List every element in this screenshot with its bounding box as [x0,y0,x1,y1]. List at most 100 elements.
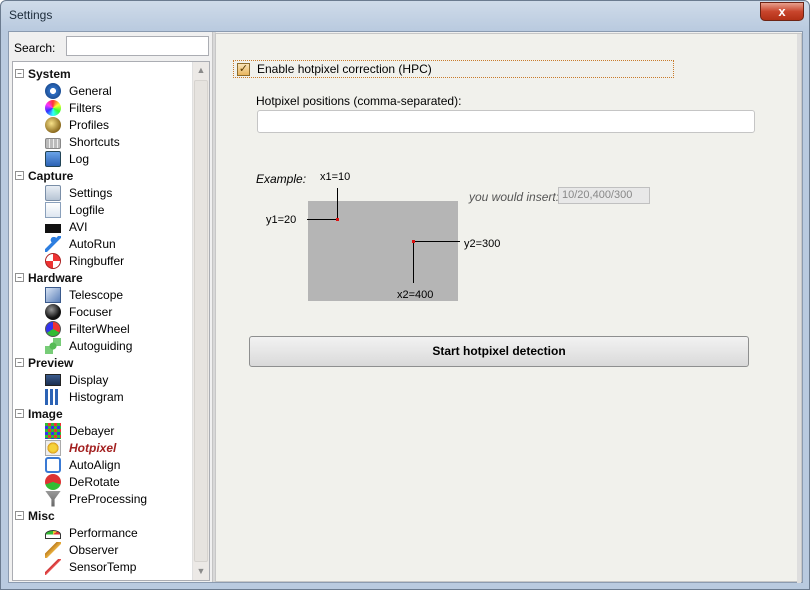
tree-item-label: Autoguiding [69,338,133,353]
scroll-thumb[interactable] [194,80,208,562]
tree-item-filters[interactable]: Filters [45,99,102,116]
tree-category-label: Preview [28,355,74,370]
tree-item-label: Settings [69,185,113,200]
tree-item-ringbuffer[interactable]: Ringbuffer [45,252,124,269]
telescope-icon [45,286,61,303]
tree-item-sensortemp[interactable]: SensorTemp [45,558,136,575]
tree-category-label: System [28,66,71,81]
gauge-icon [45,530,61,539]
hotpixel-2-dot [412,240,415,243]
tree-item-log[interactable]: Log [45,150,89,167]
avi-icon [45,224,61,233]
tree-item-filterwheel[interactable]: FilterWheel [45,320,130,337]
left-pane: Search: − System General Filters Profiles Sho… [9,32,212,582]
funnel-icon [45,490,61,507]
collapse-icon[interactable]: − [15,171,24,180]
positions-label: Hotpixel positions (comma-separated): [256,94,462,108]
logfile-icon [45,201,61,218]
enable-hpc-row[interactable]: ✓ Enable hotpixel correction (HPC) [233,60,674,78]
tree-category-label: Hardware [28,270,83,285]
y1-guide-line [307,219,338,220]
tree-item-histogram[interactable]: Histogram [45,388,124,405]
bayer-grid-icon [45,422,61,439]
tree-item-label: PreProcessing [69,491,148,506]
running-man-icon [45,235,61,252]
tree-category-label: Image [28,406,63,421]
enable-hpc-checkbox[interactable]: ✓ [237,62,250,76]
tree-item-label: AutoAlign [69,457,121,472]
tree-item-label: DeRotate [69,474,120,489]
search-input[interactable] [66,36,209,56]
window-title: Settings [9,8,53,22]
close-button[interactable]: x [760,2,804,21]
client-area: Search: − System General Filters Profiles Sho… [8,31,803,583]
tree-item-avi[interactable]: AVI [45,218,87,235]
monitor-icon [45,373,61,386]
tree-item-settings[interactable]: Settings [45,184,112,201]
thermometer-icon [45,558,61,575]
filterwheel-icon [45,320,61,337]
title-bar[interactable]: Settings x [1,1,809,31]
tree-item-performance[interactable]: Performance [45,524,138,541]
tree-item-logfile[interactable]: Logfile [45,201,104,218]
collapse-icon[interactable]: − [15,511,24,520]
observer-icon [45,541,61,558]
tree-item-autorun[interactable]: AutoRun [45,235,116,252]
tree-category-capture[interactable]: − Capture [15,167,73,184]
autoguiding-icon [45,337,61,354]
scroll-up-icon[interactable]: ▲ [193,62,209,79]
tree-item-label: Ringbuffer [69,253,125,268]
tree-item-shortcuts[interactable]: Shortcuts [45,133,120,150]
color-wheel-icon [45,99,61,116]
tree-item-label: Log [69,151,90,166]
tree-item-label: AVI [69,219,88,234]
gear-icon [45,82,61,99]
tree-category-system[interactable]: − System [15,65,71,82]
example-value-field: 10/20,400/300 [558,187,650,204]
scroll-down-icon[interactable]: ▼ [193,563,209,580]
enable-hpc-label: Enable hotpixel correction (HPC) [257,62,432,76]
align-icon [45,456,61,473]
lifebuoy-icon [45,252,61,269]
tree-item-display[interactable]: Display [45,371,108,388]
collapse-icon[interactable]: − [15,358,24,367]
tree-item-telescope[interactable]: Telescope [45,286,123,303]
start-hotpixel-detection-button[interactable]: Start hotpixel detection [249,336,749,367]
x2-guide-line [413,241,414,283]
tree-item-label: Logfile [69,202,105,217]
tree-category-preview[interactable]: − Preview [15,354,73,371]
collapse-icon[interactable]: − [15,409,24,418]
tree-item-label: Histogram [69,389,124,404]
collapse-icon[interactable]: − [15,273,24,282]
tree-item-label: Profiles [69,117,110,132]
profiles-icon [45,116,61,133]
tree-category-label: Misc [28,508,55,523]
tree-item-hotpixel[interactable]: Hotpixel [45,439,116,456]
tree-item-autoguiding[interactable]: Autoguiding [45,337,132,354]
tree-item-general[interactable]: General [45,82,112,99]
panel-edge [797,34,801,583]
collapse-icon[interactable]: − [15,69,24,78]
tree-item-autoalign[interactable]: AutoAlign [45,456,120,473]
x1-guide-line [337,188,338,220]
tree-category-label: Capture [28,168,74,183]
tree-category-misc[interactable]: − Misc [15,507,55,524]
y2-guide-line [413,241,460,242]
tree-item-profiles[interactable]: Profiles [45,116,109,133]
tree-item-debayer[interactable]: Debayer [45,422,114,439]
tree-scrollbar[interactable]: ▲ ▼ [192,62,209,580]
tree-item-label: Performance [69,525,138,540]
tree-category-image[interactable]: − Image [15,405,63,422]
tree-item-observer[interactable]: Observer [45,541,118,558]
tree-item-focuser[interactable]: Focuser [45,303,112,320]
info-icon [45,150,61,167]
tree-item-label: General [69,83,112,98]
tree-item-derotate[interactable]: DeRotate [45,473,120,490]
tree-item-label: Observer [69,542,119,557]
insert-label: you would insert: [469,190,560,204]
tree-category-hardware[interactable]: − Hardware [15,269,83,286]
tree-item-preprocessing[interactable]: PreProcessing [45,490,147,507]
tree-item-label: Focuser [69,304,113,319]
positions-input[interactable] [257,110,755,133]
hotpixel-star-icon [45,439,61,456]
